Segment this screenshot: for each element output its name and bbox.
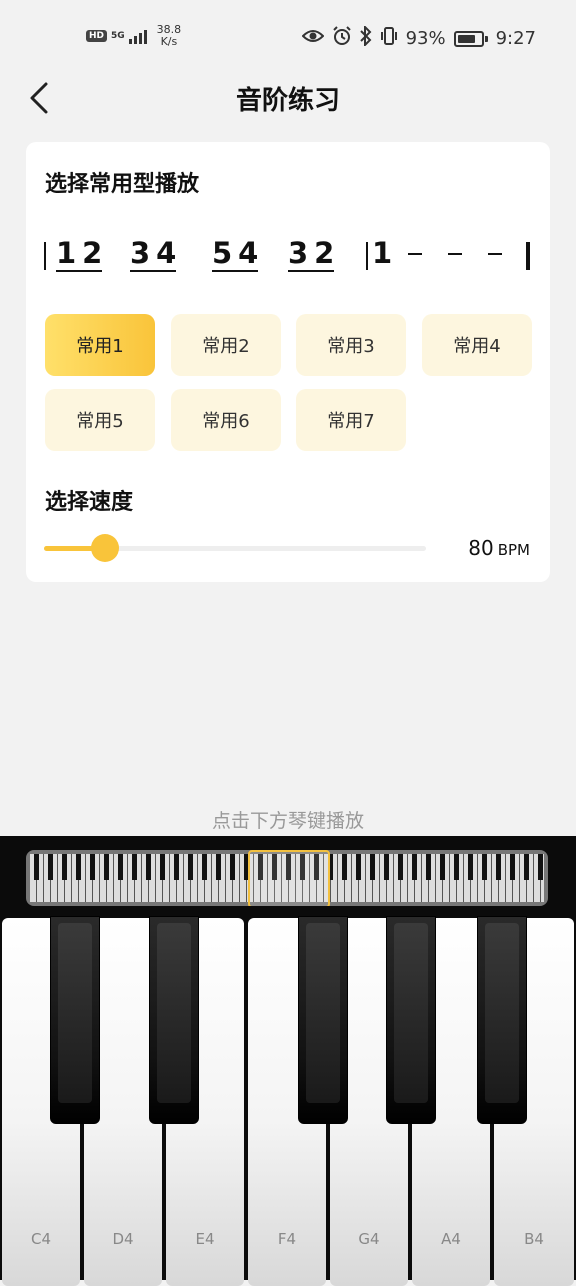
sustain-dash [488, 253, 502, 255]
sustain-dash [448, 253, 462, 255]
battery-icon [453, 30, 488, 47]
scale-card: 选择常用型播放 12 34 54 32 1 常用1 常用2 常用3 常用4 常用… [26, 142, 550, 582]
status-left: HD 5G 38.8 K/s [86, 24, 181, 48]
key-label: A4 [441, 1230, 461, 1248]
network-type: 5G [111, 31, 125, 41]
piano-key-g-sharp4[interactable] [386, 916, 436, 1124]
signal-icon [128, 28, 147, 44]
preset-section-title: 选择常用型播放 [45, 172, 200, 197]
clock: 9:27 [495, 28, 536, 49]
status-right: 93% 9:27 [301, 24, 536, 51]
key-label: B4 [524, 1230, 544, 1248]
network-speed: 38.8 K/s [156, 23, 182, 48]
note-group: 12 [56, 236, 109, 272]
preset-button-1[interactable]: 常用1 [45, 314, 155, 376]
bar-line [44, 242, 46, 270]
play-hint: 点击下方琴键播放 [211, 810, 364, 832]
bluetooth-icon [359, 24, 372, 51]
preset-button-6[interactable]: 常用6 [171, 389, 281, 451]
note-group: 34 [130, 236, 183, 272]
preset-button-4[interactable]: 常用4 [422, 314, 532, 376]
bar-line [366, 242, 368, 270]
preset-button-5[interactable]: 常用5 [45, 389, 155, 451]
preset-button-7[interactable]: 常用7 [296, 389, 406, 451]
speed-slider[interactable] [44, 534, 426, 564]
speed-value: 80 [468, 536, 494, 560]
note-group: 32 [288, 236, 341, 272]
speed-readout: 80 BPM [468, 536, 530, 560]
header: 音阶练习 [0, 72, 576, 124]
vibrate-icon [380, 26, 398, 51]
speed-unit: BPM [497, 541, 530, 559]
piano-key-f-sharp4[interactable] [298, 916, 348, 1124]
hd-badge: HD [86, 30, 108, 42]
piano-key-d-sharp4[interactable] [149, 916, 199, 1124]
alarm-icon [332, 26, 352, 51]
keyboard-navigator[interactable] [26, 850, 548, 906]
battery-percent: 93% [405, 28, 446, 49]
key-label: C4 [30, 1230, 52, 1248]
preset-button-3[interactable]: 常用3 [296, 314, 406, 376]
page-title: 音阶练习 [235, 86, 340, 116]
key-label: G4 [358, 1230, 380, 1248]
preset-button-2[interactable]: 常用2 [171, 314, 281, 376]
piano-key-a-sharp4[interactable] [477, 916, 527, 1124]
visible-range-window[interactable] [248, 850, 330, 906]
piano-area: C4 D4 E4 F4 G4 A4 B4 [0, 836, 576, 1286]
key-label: F4 [277, 1230, 297, 1248]
note-group: 54 [212, 236, 265, 272]
status-bar: HD 5G 38.8 K/s 93% 9:27 [0, 0, 576, 72]
key-label: D4 [112, 1230, 134, 1248]
piano-key-c-sharp4[interactable] [50, 916, 100, 1124]
slider-thumb[interactable] [91, 534, 120, 562]
end-bar-line [526, 242, 530, 270]
final-note: 1 [372, 236, 399, 270]
speed-section-title: 选择速度 [45, 490, 134, 515]
sustain-dash [408, 253, 422, 255]
key-label: E4 [195, 1230, 215, 1248]
notation-display: 12 34 54 32 1 [44, 238, 534, 272]
eye-icon [301, 28, 324, 49]
